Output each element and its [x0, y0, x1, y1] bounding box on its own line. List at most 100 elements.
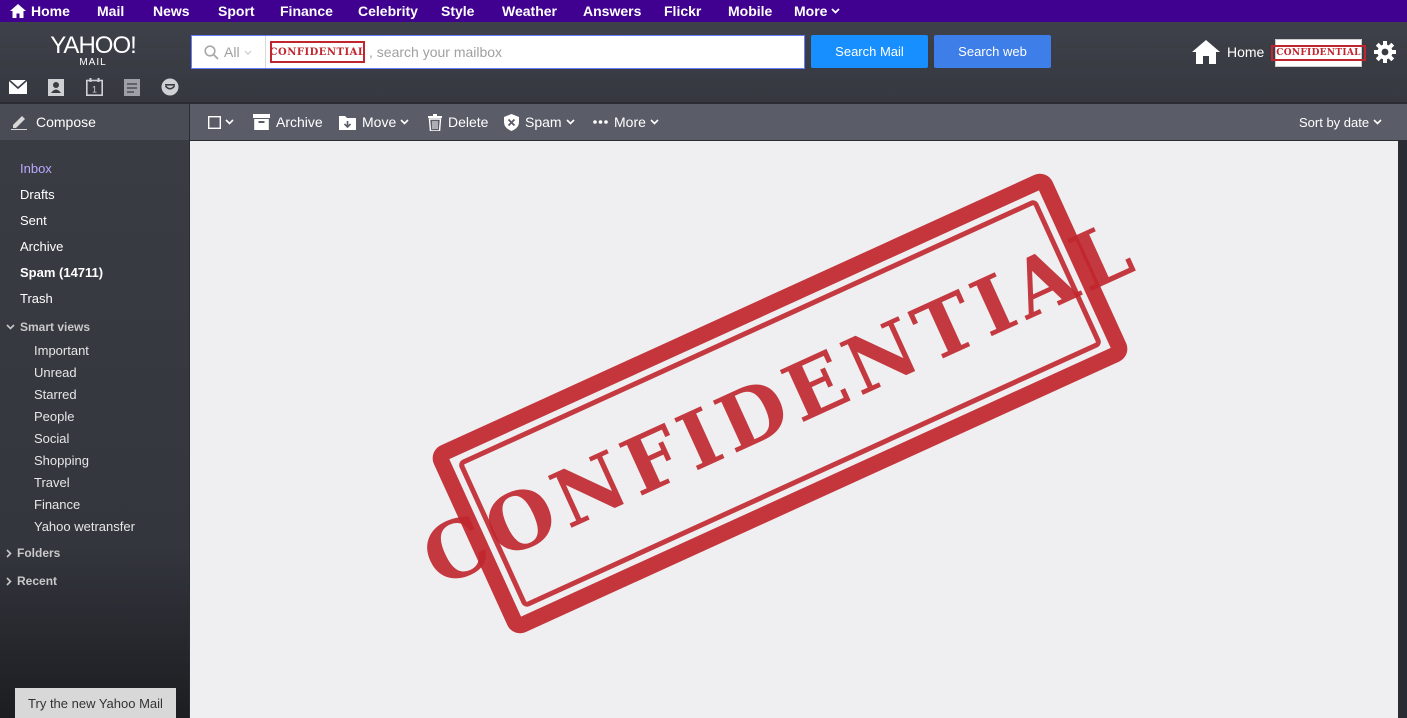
search-mail-button[interactable]: Search Mail [811, 35, 928, 68]
nav-sport[interactable]: Sport [218, 0, 280, 22]
nav-style[interactable]: Style [441, 0, 502, 22]
archive-button[interactable]: Archive [253, 104, 323, 140]
sidebar: Inbox Drafts Sent Archive Spam (14711) T… [0, 140, 189, 718]
select-all-checkbox[interactable] [208, 104, 234, 140]
message-toolbar: Archive Move Delete Spam More Sort by da… [190, 104, 1407, 140]
chevron-down-icon [1373, 119, 1382, 125]
nav-more[interactable]: More [794, 0, 845, 22]
folders-label: Folders [17, 546, 61, 560]
search-scope-label: All [224, 44, 240, 60]
search-scope-dropdown[interactable]: All [192, 36, 266, 68]
smart-views-toggle[interactable]: Smart views [6, 320, 90, 334]
messenger-app-icon[interactable] [160, 77, 180, 97]
ellipsis-icon [593, 120, 608, 124]
more-actions-label: More [614, 114, 646, 130]
top-nav: Home Mail News Sport Finance Celebrity S… [0, 0, 1407, 22]
folder-drafts[interactable]: Drafts [20, 187, 55, 202]
nav-flickr[interactable]: Flickr [664, 0, 728, 22]
smart-view-unread[interactable]: Unread [34, 365, 77, 380]
nav-more-label: More [794, 3, 828, 19]
compose-button[interactable]: Compose [0, 104, 189, 140]
mail-app-icon[interactable] [8, 77, 28, 97]
home-icon [1192, 40, 1220, 64]
delete-label: Delete [448, 114, 489, 130]
chevron-down-icon [225, 119, 234, 125]
archive-label: Archive [276, 114, 323, 130]
recent-label: Recent [17, 574, 58, 588]
pencil-icon [11, 116, 27, 130]
spam-label: Spam [525, 114, 562, 130]
avatar[interactable]: CONFIDENTIAL [1271, 39, 1366, 67]
chevron-down-icon [400, 119, 409, 125]
nav-answers[interactable]: Answers [583, 0, 664, 22]
spam-button[interactable]: Spam [504, 104, 575, 140]
smart-views-label: Smart views [20, 320, 91, 334]
search-token-stamp[interactable]: CONFIDENTIAL [270, 41, 365, 63]
chevron-down-icon [831, 8, 841, 14]
confidential-stamp-image: CONFIDENTIAL [409, 169, 1151, 638]
folder-archive[interactable]: Archive [20, 239, 63, 254]
move-folder-icon [339, 116, 356, 130]
avatar-stamp: CONFIDENTIAL [1271, 45, 1366, 61]
more-actions-button[interactable]: More [593, 104, 659, 140]
folder-inbox[interactable]: Inbox [20, 161, 52, 176]
header: YAHOO! MAIL 1 All CONFIDENTIAL Search Ma… [0, 22, 1407, 102]
search-input[interactable] [365, 44, 804, 60]
archive-icon [253, 114, 270, 130]
stamp-text: CONFIDENTIAL [409, 201, 1151, 606]
nav-home-label: Home [31, 3, 70, 19]
move-button[interactable]: Move [339, 104, 409, 140]
logo-text: YAHOO! [50, 32, 137, 59]
nav-celebrity[interactable]: Celebrity [358, 0, 441, 22]
spam-shield-icon [504, 113, 519, 131]
chevron-right-icon [6, 576, 12, 586]
smart-view-important[interactable]: Important [34, 343, 89, 358]
move-label: Move [362, 114, 397, 130]
nav-mail[interactable]: Mail [97, 0, 153, 22]
home-link-label: Home [1227, 44, 1265, 60]
smart-view-finance[interactable]: Finance [34, 497, 80, 512]
folder-spam[interactable]: Spam (14711) [20, 265, 103, 280]
logo-subtext: MAIL [79, 57, 107, 68]
delete-button[interactable]: Delete [428, 104, 488, 140]
trash-icon [428, 113, 442, 131]
settings-gear-icon[interactable] [1373, 40, 1397, 64]
chevron-down-icon [650, 119, 659, 125]
try-new-yahoo-mail-button[interactable]: Try the new Yahoo Mail [15, 688, 176, 718]
compose-label: Compose [36, 114, 96, 130]
home-link[interactable]: Home [1192, 40, 1264, 64]
scrollbar[interactable] [1398, 141, 1407, 718]
contacts-app-icon[interactable] [46, 77, 66, 97]
smart-view-starred[interactable]: Starred [34, 387, 77, 402]
app-switcher: 1 [8, 77, 180, 97]
yahoo-mail-logo[interactable]: YAHOO! MAIL [46, 34, 140, 68]
sort-label: Sort by date [1299, 114, 1370, 130]
smart-view-yahoo-wetransfer[interactable]: Yahoo wetransfer [34, 519, 135, 534]
smart-view-shopping[interactable]: Shopping [34, 453, 89, 468]
home-icon [10, 4, 26, 18]
nav-mobile[interactable]: Mobile [728, 0, 794, 22]
svg-text:1: 1 [91, 85, 96, 95]
chevron-down-icon [244, 50, 251, 55]
chevron-down-icon [566, 119, 575, 125]
chevron-right-icon [6, 548, 12, 558]
folder-sent[interactable]: Sent [20, 213, 47, 228]
chevron-down-icon [6, 324, 15, 330]
folders-toggle[interactable]: Folders [6, 546, 60, 560]
message-list-area: CONFIDENTIAL [190, 141, 1398, 718]
smart-view-people[interactable]: People [34, 409, 74, 424]
sort-dropdown[interactable]: Sort by date [1299, 104, 1382, 140]
calendar-app-icon[interactable]: 1 [84, 77, 104, 97]
search-icon [204, 44, 219, 60]
notepad-app-icon[interactable] [122, 77, 142, 97]
nav-home[interactable]: Home [10, 0, 84, 22]
nav-weather[interactable]: Weather [502, 0, 583, 22]
folder-trash[interactable]: Trash [20, 291, 53, 306]
recent-toggle[interactable]: Recent [6, 574, 57, 588]
checkbox-icon [208, 115, 221, 129]
search-web-button[interactable]: Search web [934, 35, 1051, 68]
smart-view-social[interactable]: Social [34, 431, 69, 446]
nav-finance[interactable]: Finance [280, 0, 358, 22]
nav-news[interactable]: News [153, 0, 218, 22]
smart-view-travel[interactable]: Travel [34, 475, 70, 490]
